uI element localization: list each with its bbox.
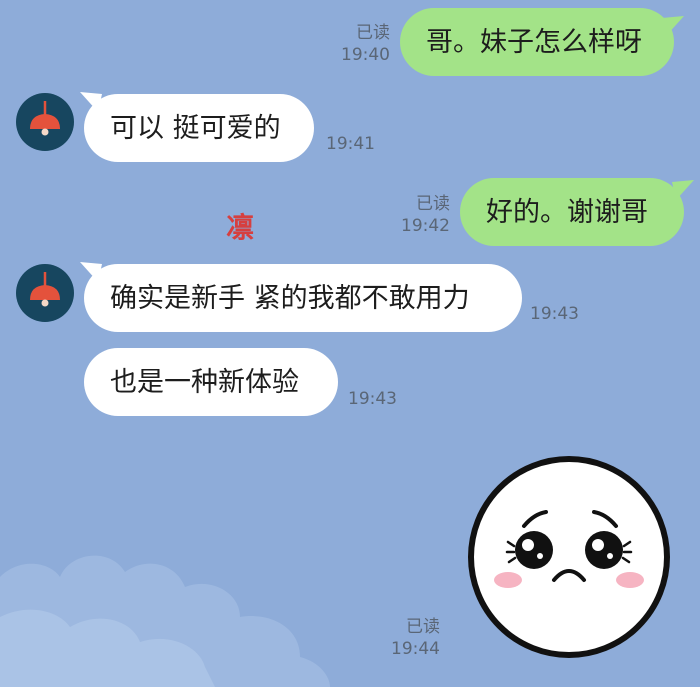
message-text: 也是一种新体验 (110, 366, 299, 398)
avatar[interactable] (16, 93, 74, 151)
message-text: 好的。谢谢哥 (486, 196, 648, 228)
message-time: 19:40 (341, 45, 390, 65)
read-receipt: 已读 (406, 617, 440, 637)
message-time: 19:44 (391, 639, 440, 659)
cloud-background (0, 555, 330, 687)
lamp-icon (30, 101, 60, 136)
message-time: 19:43 (348, 389, 397, 409)
message-text: 哥。妹子怎么样呀 (426, 26, 642, 58)
message-bubble[interactable]: 也是一种新体验 (84, 348, 338, 416)
message-time: 19:42 (401, 216, 450, 236)
crying-face-sticker[interactable] (466, 454, 672, 660)
watermark: 凛 (226, 211, 255, 244)
message-bubble[interactable]: 哥。妹子怎么样呀 (400, 8, 674, 76)
read-receipt: 已读 (356, 23, 390, 43)
lamp-icon (30, 272, 60, 307)
message-text: 可以 挺可爱的 (110, 112, 281, 144)
message-bubble[interactable]: 确实是新手 紧的我都不敢用力 (84, 264, 522, 332)
message-time: 19:41 (326, 134, 375, 154)
read-receipt: 已读 (416, 194, 450, 214)
message-text: 确实是新手 紧的我都不敢用力 (110, 282, 470, 314)
message-bubble[interactable]: 可以 挺可爱的 (84, 94, 314, 162)
message-time: 19:43 (530, 304, 579, 324)
avatar[interactable] (16, 264, 74, 322)
message-bubble[interactable]: 好的。谢谢哥 (460, 178, 684, 246)
